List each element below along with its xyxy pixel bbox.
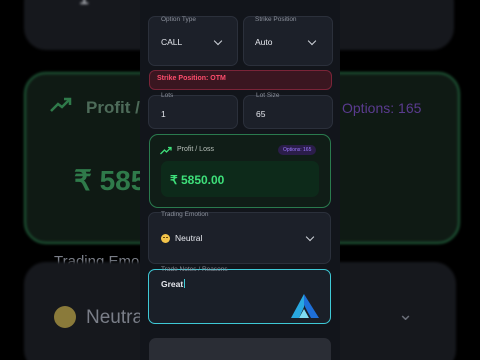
neutral-face-icon: [161, 234, 170, 243]
bg-chevron-down-icon: ⌄: [398, 304, 414, 324]
profit-loss-value: ₹ 5850.00: [170, 173, 225, 187]
bg-trend-up-icon: [50, 97, 72, 112]
trading-emotion-value: Neutral: [175, 233, 203, 243]
option-type-select[interactable]: Option Type CALL: [148, 16, 238, 66]
trade-form-panel: Option Type CALL Strike Position Auto St…: [140, 0, 340, 360]
bg-quantity-value: 1: [79, 0, 89, 9]
trade-notes-value-wrap: Great: [161, 279, 186, 289]
bg-badge-fragment: Options: 165: [342, 100, 422, 116]
bg-profit-value: ₹ 585: [74, 165, 147, 196]
chevron-down-icon: [307, 36, 317, 46]
strike-position-select[interactable]: Strike Position Auto: [243, 16, 333, 66]
bottom-card: [149, 338, 331, 360]
chevron-down-icon: [213, 36, 223, 46]
option-type-label: Option Type: [161, 16, 196, 23]
trade-notes-value: Great: [161, 279, 184, 289]
text-caret: [184, 279, 186, 288]
trade-notes-label: Trade Notes / Reasons: [161, 266, 228, 273]
lots-value: 1: [161, 109, 166, 119]
option-type-value: CALL: [161, 37, 183, 47]
profit-loss-card: Profit / Loss Options: 165 ₹ 5850.00: [149, 134, 331, 208]
app-logo-icon: [291, 294, 319, 318]
trading-emotion-select[interactable]: Trading Emotion Neutral: [148, 211, 331, 264]
profit-loss-label: Profit / Loss: [177, 146, 214, 153]
lot-size-label: Lot Size: [256, 92, 280, 99]
lots-label: Lots: [161, 92, 174, 99]
lots-input[interactable]: Lots 1: [148, 92, 238, 129]
strike-position-value: Auto: [255, 37, 273, 47]
bg-profit-label: Profit /: [86, 98, 140, 117]
strike-position-banner-text: Strike Position: OTM: [157, 75, 226, 82]
bg-mood-text: Neutra: [86, 307, 144, 328]
options-count-badge: Options: 165: [278, 145, 317, 155]
lot-size-input[interactable]: Lot Size 65: [243, 92, 333, 129]
strike-position-banner: Strike Position: OTM: [149, 70, 332, 90]
strike-position-label: Strike Position: [255, 16, 297, 23]
chevron-down-icon: [305, 232, 315, 242]
trading-emotion-label: Trading Emotion: [161, 211, 209, 218]
lot-size-value: 65: [256, 109, 266, 119]
trend-up-icon: [160, 146, 172, 155]
bg-neutral-face-icon: [54, 306, 76, 328]
